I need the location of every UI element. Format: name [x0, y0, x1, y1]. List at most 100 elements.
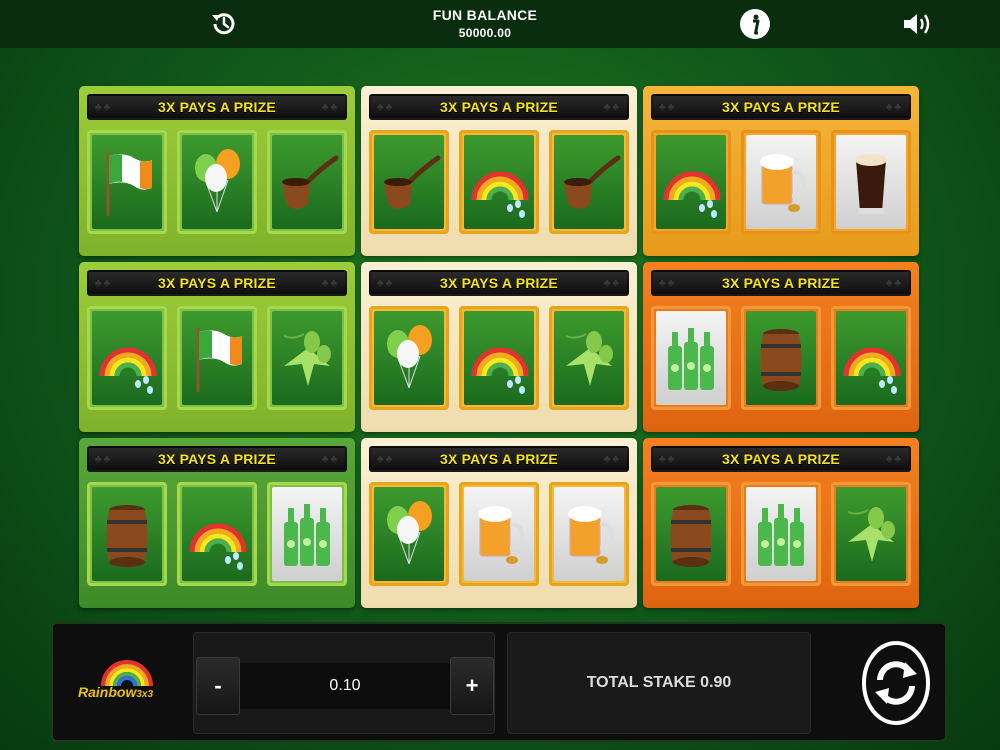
symbol-tile[interactable] — [177, 130, 257, 234]
symbol-row — [369, 306, 629, 410]
symbol-tile[interactable] — [459, 130, 539, 234]
logo-text: Rainbow3x3 — [78, 684, 154, 700]
logo-suffix: 3x3 — [136, 689, 154, 700]
clover-icon: ♣♣ — [603, 102, 621, 113]
balance-value: 50000.00 — [458, 26, 512, 40]
rainbow-icon — [471, 171, 529, 218]
game-logo: Rainbow3x3 — [75, 650, 175, 710]
top-bar: FUN BALANCE 50000.00 — [0, 0, 1000, 48]
symbol-tile[interactable] — [549, 306, 629, 410]
play-button[interactable] — [861, 638, 931, 728]
symbol-tile[interactable] — [267, 306, 347, 410]
symbol-tile[interactable] — [651, 130, 731, 234]
rainbow-icon — [189, 523, 247, 570]
symbol-tile-inner — [182, 487, 252, 581]
symbol-tile[interactable] — [741, 482, 821, 586]
symbol-tile[interactable] — [459, 306, 539, 410]
symbol-tile[interactable] — [741, 130, 821, 234]
card-banner: ♣♣ 3X PAYS A PRIZE ♣♣ — [651, 270, 911, 296]
symbol-tile[interactable] — [369, 130, 449, 234]
bottles-icon — [284, 504, 330, 566]
symbol-tile-inner — [92, 311, 162, 405]
clover-icon: ♣♣ — [659, 454, 677, 465]
symbol-tile-inner — [746, 311, 816, 405]
hops-icon — [565, 331, 613, 386]
symbol-row — [369, 482, 629, 586]
symbol-tile[interactable] — [177, 306, 257, 410]
clover-icon: ♣♣ — [377, 454, 395, 465]
symbol-tile[interactable] — [177, 482, 257, 586]
card-banner: ♣♣ 3X PAYS A PRIZE ♣♣ — [369, 446, 629, 472]
increase-bet-button[interactable]: + — [450, 657, 494, 715]
scratch-card[interactable]: ♣♣ 3X PAYS A PRIZE ♣♣ — [79, 262, 355, 432]
flag-icon — [106, 152, 152, 216]
banner-text: 3X PAYS A PRIZE — [440, 275, 558, 291]
card-banner: ♣♣ 3X PAYS A PRIZE ♣♣ — [87, 94, 347, 120]
banner-text: 3X PAYS A PRIZE — [722, 99, 840, 115]
symbol-row — [369, 130, 629, 234]
symbol-row — [87, 130, 347, 234]
barrel-icon — [106, 505, 148, 567]
card-banner: ♣♣ 3X PAYS A PRIZE ♣♣ — [651, 94, 911, 120]
stout-icon — [855, 154, 887, 214]
banner-text: 3X PAYS A PRIZE — [158, 451, 276, 467]
pipe-icon — [564, 155, 621, 209]
scratch-card[interactable]: ♣♣ 3X PAYS A PRIZE ♣♣ — [361, 86, 637, 256]
scratch-card[interactable]: ♣♣ 3X PAYS A PRIZE ♣♣ — [643, 438, 919, 608]
clover-icon: ♣♣ — [95, 454, 113, 465]
symbol-tile-inner — [656, 135, 726, 229]
banner-text: 3X PAYS A PRIZE — [158, 99, 276, 115]
scratch-card[interactable]: ♣♣ 3X PAYS A PRIZE ♣♣ — [361, 438, 637, 608]
symbol-tile[interactable] — [87, 130, 167, 234]
symbol-tile[interactable] — [651, 482, 731, 586]
balloons-icon — [387, 325, 432, 389]
symbol-tile[interactable] — [369, 482, 449, 586]
symbol-tile[interactable] — [549, 482, 629, 586]
total-stake: TOTAL STAKE 0.90 — [507, 632, 811, 734]
symbol-tile[interactable] — [651, 306, 731, 410]
clover-icon: ♣♣ — [603, 454, 621, 465]
symbol-tile-inner — [182, 311, 252, 405]
symbol-tile[interactable] — [831, 306, 911, 410]
flag-icon — [196, 328, 242, 392]
symbol-tile[interactable] — [459, 482, 539, 586]
symbol-tile-inner — [554, 135, 624, 229]
symbol-tile[interactable] — [831, 482, 911, 586]
scratch-card[interactable]: ♣♣ 3X PAYS A PRIZE ♣♣ — [643, 86, 919, 256]
beer-mug-icon — [760, 154, 807, 212]
hops-icon — [283, 331, 331, 386]
symbol-tile[interactable] — [549, 130, 629, 234]
symbol-tile[interactable] — [267, 482, 347, 586]
symbol-tile-inner — [836, 311, 906, 405]
info-icon[interactable] — [737, 6, 773, 42]
symbol-tile[interactable] — [87, 482, 167, 586]
bottles-icon — [668, 328, 714, 390]
balloons-icon — [387, 501, 432, 565]
speaker-icon[interactable] — [900, 6, 936, 42]
symbol-tile-inner — [92, 487, 162, 581]
scratch-card[interactable]: ♣♣ 3X PAYS A PRIZE ♣♣ — [643, 262, 919, 432]
symbol-tile-inner — [746, 487, 816, 581]
symbol-tile-inner — [464, 311, 534, 405]
symbol-tile-inner — [554, 487, 624, 581]
scratch-card[interactable]: ♣♣ 3X PAYS A PRIZE ♣♣ — [361, 262, 637, 432]
scratch-card[interactable]: ♣♣ 3X PAYS A PRIZE ♣♣ — [79, 438, 355, 608]
scratch-card[interactable]: ♣♣ 3X PAYS A PRIZE ♣♣ — [79, 86, 355, 256]
clover-icon: ♣♣ — [321, 278, 339, 289]
clover-icon: ♣♣ — [377, 278, 395, 289]
hops-icon — [847, 507, 895, 562]
clover-icon: ♣♣ — [885, 278, 903, 289]
scratch-card-grid: ♣♣ 3X PAYS A PRIZE ♣♣ ♣♣ 3X PAYS A PRIZE ♣♣ … — [79, 86, 919, 608]
symbol-tile[interactable] — [369, 306, 449, 410]
barrel-icon — [670, 505, 712, 567]
history-icon[interactable] — [206, 6, 242, 42]
symbol-tile[interactable] — [741, 306, 821, 410]
symbol-tile[interactable] — [831, 130, 911, 234]
card-banner: ♣♣ 3X PAYS A PRIZE ♣♣ — [651, 446, 911, 472]
fun-balance: FUN BALANCE 50000.00 — [400, 6, 570, 42]
symbol-tile[interactable] — [87, 306, 167, 410]
symbol-row — [87, 306, 347, 410]
symbol-tile[interactable] — [267, 130, 347, 234]
clover-icon: ♣♣ — [95, 102, 113, 113]
decrease-bet-button[interactable]: - — [196, 657, 240, 715]
